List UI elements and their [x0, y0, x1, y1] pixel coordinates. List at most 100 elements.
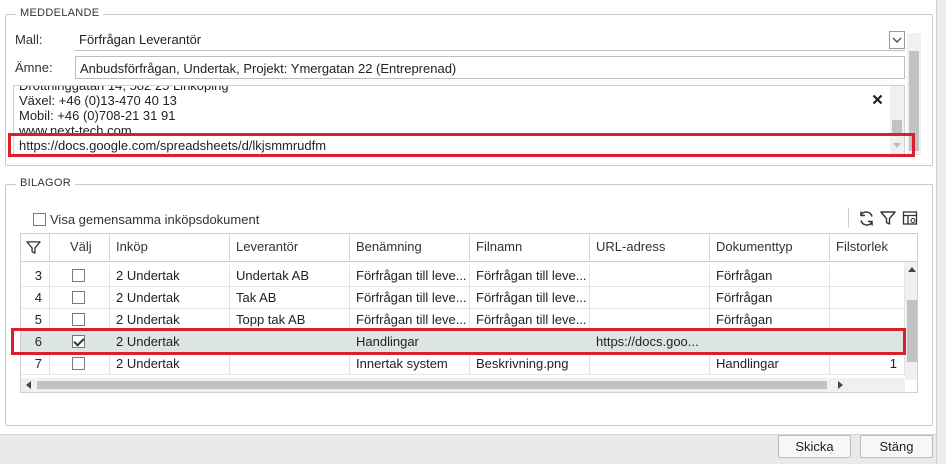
column-header-inkop[interactable]: Inköp: [110, 234, 230, 262]
cell-filstorlek: [830, 309, 905, 331]
message-line: https://docs.google.com/spreadsheets/d/l…: [19, 138, 327, 153]
message-line: www.next-tech.com: [19, 123, 132, 138]
row-select-checkbox[interactable]: [72, 313, 85, 326]
chevron-right-icon[interactable]: [838, 381, 843, 389]
cell-filnamn: Förfrågan till leve...: [470, 265, 590, 287]
chevron-down-icon: [892, 37, 902, 43]
cell-leverantor: Tak AB: [230, 287, 350, 309]
cell-filnamn: Förfrågan till leve...: [470, 309, 590, 331]
column-header-dokumenttyp[interactable]: Dokumenttyp: [710, 234, 830, 262]
cell-filnamn: Beskrivning.png: [470, 353, 590, 375]
chevron-down-icon[interactable]: [893, 143, 901, 148]
cell-filnamn: [470, 331, 590, 353]
cell-dokumenttyp: Förfrågan: [710, 265, 830, 287]
template-dropdown-button[interactable]: [889, 31, 905, 49]
cell-dokumenttyp: Förfrågan: [710, 287, 830, 309]
row-select-checkbox[interactable]: [72, 357, 85, 370]
send-button[interactable]: Skicka: [778, 435, 851, 458]
row-number: 5: [21, 309, 50, 331]
cell-filstorlek: [830, 331, 905, 353]
column-header-url[interactable]: URL-adress: [590, 234, 710, 262]
cell-url: https://docs.goo...: [590, 331, 710, 353]
cell-leverantor: [230, 331, 350, 353]
attachments-grid: Välj Inköp Leverantör Benämning Filnamn …: [20, 233, 918, 393]
row-number: 6: [21, 331, 50, 353]
message-outer-scroll-thumb[interactable]: [909, 51, 919, 151]
cell-filnamn: Förfrågan till leve...: [470, 287, 590, 309]
cell-url: [590, 353, 710, 375]
row-select-cell: [50, 331, 110, 353]
cell-filstorlek: [830, 287, 905, 309]
row-select-checkbox[interactable]: [72, 335, 85, 348]
message-inner-scrollbar[interactable]: [890, 86, 904, 154]
cell-benamning: Förfrågan till leve...: [350, 287, 470, 309]
column-header-filstorlek[interactable]: Filstorlek: [830, 234, 917, 262]
cell-filstorlek: 1: [830, 353, 905, 375]
cell-inkop: 2 Undertak: [110, 287, 230, 309]
message-inner-scroll-thumb[interactable]: [892, 120, 902, 134]
cell-benamning: Förfrågan till leve...: [350, 309, 470, 331]
cell-benamning: Förfrågan till leve...: [350, 265, 470, 287]
cell-dokumenttyp: Förfrågan: [710, 309, 830, 331]
cell-inkop: 2 Undertak: [110, 331, 230, 353]
grid-filter-header[interactable]: [21, 234, 50, 262]
cell-inkop: 2 Undertak: [110, 265, 230, 287]
subject-field[interactable]: Anbudsförfrågan, Undertak, Projekt: Ymer…: [75, 56, 905, 79]
attachments-group-legend: BILAGOR: [16, 177, 76, 189]
cell-inkop: 2 Undertak: [110, 353, 230, 375]
row-number: 7: [21, 353, 50, 375]
cell-url: [590, 287, 710, 309]
show-shared-checkbox[interactable]: [33, 213, 46, 226]
table-row[interactable]: 3 2 Undertak Undertak AB Förfrågan till …: [21, 265, 905, 287]
message-line: Mobil: +46 (0)708-21 31 91: [19, 108, 176, 123]
subject-label: Ämne:: [15, 60, 53, 75]
table-row[interactable]: 7 2 Undertak Innertak system Beskrivning…: [21, 353, 905, 375]
toolbar-divider: [848, 208, 849, 228]
cell-url: [590, 309, 710, 331]
row-select-cell: [50, 353, 110, 375]
filter-icon[interactable]: [878, 208, 898, 228]
column-header-valj[interactable]: Välj: [50, 234, 110, 262]
message-outer-scrollbar[interactable]: [907, 33, 921, 155]
grid-vertical-scrollbar[interactable]: [905, 262, 917, 380]
column-header-benamning[interactable]: Benämning: [350, 234, 470, 262]
chevron-left-icon[interactable]: [26, 381, 31, 389]
template-combo[interactable]: Förfrågan Leverantör: [75, 29, 905, 51]
cell-leverantor: [230, 353, 350, 375]
send-inquiry-dialog: MEDDELANDE Mall: Förfrågan Leverantör Äm…: [0, 0, 936, 464]
row-select-cell: [50, 309, 110, 331]
cell-dokumenttyp: [710, 331, 830, 353]
message-group-legend: MEDDELANDE: [16, 7, 104, 19]
column-header-filnamn[interactable]: Filnamn: [470, 234, 590, 262]
cell-filstorlek: [830, 265, 905, 287]
refresh-icon[interactable]: [856, 208, 876, 228]
cell-benamning: Innertak system: [350, 353, 470, 375]
row-select-checkbox[interactable]: [72, 269, 85, 282]
background-window-edge: [936, 0, 946, 464]
cell-benamning: Handlingar: [350, 331, 470, 353]
show-shared-label: Visa gemensamma inköpsdokument: [50, 212, 260, 227]
template-label: Mall:: [15, 32, 43, 47]
column-settings-icon[interactable]: [900, 208, 920, 228]
grid-horizontal-scroll-thumb[interactable]: [37, 381, 827, 389]
row-number: 3: [21, 265, 50, 287]
close-button[interactable]: Stäng: [860, 435, 933, 458]
message-body[interactable]: Drottninggatan 14, 582 25 Linköping Växe…: [13, 85, 905, 155]
row-select-checkbox[interactable]: [72, 291, 85, 304]
chevron-up-icon[interactable]: [908, 267, 916, 272]
cell-url: [590, 265, 710, 287]
table-row-selected[interactable]: 6 2 Undertak Handlingar https://docs.goo…: [21, 331, 905, 353]
cell-dokumenttyp: Handlingar: [710, 353, 830, 375]
message-line: Växel: +46 (0)13-470 40 13: [19, 93, 177, 108]
grid-vertical-scroll-thumb[interactable]: [907, 300, 917, 362]
column-header-leverantor[interactable]: Leverantör: [230, 234, 350, 262]
grid-horizontal-scrollbar[interactable]: [21, 378, 905, 392]
message-line: Drottninggatan 14, 582 25 Linköping: [19, 85, 229, 93]
cell-inkop: 2 Undertak: [110, 309, 230, 331]
table-row[interactable]: 5 2 Undertak Topp tak AB Förfrågan till …: [21, 309, 905, 331]
close-icon[interactable]: [870, 92, 884, 106]
cell-leverantor: Topp tak AB: [230, 309, 350, 331]
filter-icon[interactable]: [26, 240, 41, 255]
table-row[interactable]: 4 2 Undertak Tak AB Förfrågan till leve.…: [21, 287, 905, 309]
row-number: 4: [21, 287, 50, 309]
